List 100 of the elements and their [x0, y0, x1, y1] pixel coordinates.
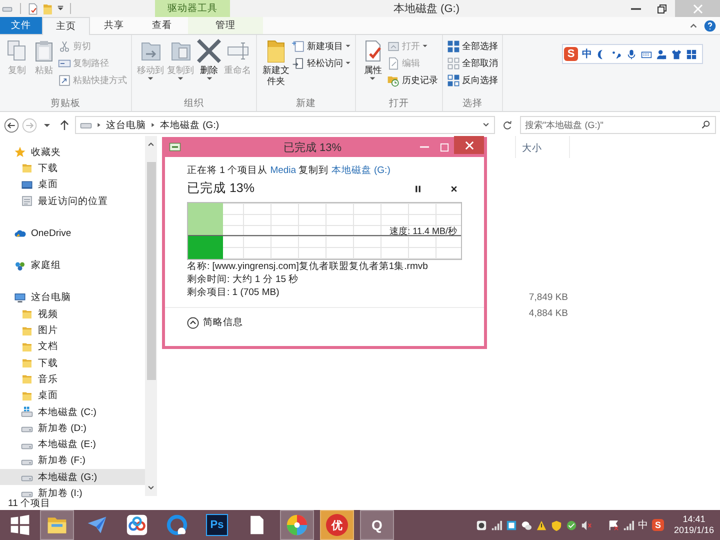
file-size: 4,884 KB [528, 308, 568, 321]
folder-icon [21, 324, 33, 337]
sidebar-item[interactable]: 新加卷 (D:) [0, 420, 145, 436]
homegroup-icon [14, 260, 26, 272]
sidebar-item[interactable]: 下载 [0, 160, 145, 177]
sidebar-item[interactable]: 文档 [0, 338, 145, 355]
sidebar-item[interactable]: 本地磁盘 (E:) [0, 436, 145, 453]
chat-bubbles-icon[interactable] [520, 520, 532, 530]
sidebar-item[interactable]: 视频 [0, 306, 145, 322]
shirt-icon[interactable] [671, 48, 682, 60]
breadcrumb[interactable]: 这台电脑 [106, 118, 146, 132]
signal-icon[interactable] [490, 520, 502, 530]
scrollbar-thumb[interactable] [146, 162, 156, 380]
camera-icon[interactable] [476, 520, 487, 530]
ribbon-button[interactable]: 删除 [196, 38, 222, 97]
clock-time: 14:41 [682, 514, 706, 525]
sidebar-item[interactable]: 桌面 [0, 388, 145, 404]
file-size: 7,849 KB [528, 292, 568, 305]
document-check-icon[interactable] [27, 2, 39, 14]
caret-icon[interactable] [43, 121, 51, 129]
breadcrumb[interactable]: 本地磁盘 (G:) [160, 118, 219, 132]
sidebar-item[interactable]: 家庭组 [0, 257, 145, 274]
check-badge-icon[interactable] [566, 520, 577, 530]
taskbar-button[interactable]: Q [360, 510, 394, 540]
sidebar-item[interactable]: 图片 [0, 322, 145, 339]
speaker-muted-icon[interactable] [580, 520, 592, 530]
ribbon-button[interactable]: 新建文件夹 [261, 38, 291, 97]
sidebar-item[interactable]: OneDrive [0, 225, 145, 242]
signal-icon[interactable] [622, 520, 634, 530]
ribbon-button[interactable]: 反向选择 [446, 72, 498, 88]
taskbar-button[interactable]: 优 [320, 510, 354, 540]
shield-icon[interactable] [550, 520, 562, 530]
grid-icon[interactable] [686, 48, 697, 60]
warning-icon[interactable] [536, 520, 547, 530]
ribbon-tab[interactable]: 管理 [188, 17, 263, 34]
scrollbar[interactable] [145, 136, 157, 496]
select-none-icon [446, 56, 460, 70]
help-icon[interactable] [704, 20, 716, 32]
source-link[interactable]: Media [270, 165, 296, 176]
close-button[interactable] [454, 136, 484, 154]
close-icon[interactable] [450, 184, 458, 192]
sidebar-item[interactable]: 收藏夹 [0, 144, 145, 160]
column-header[interactable]: 大小 [515, 136, 570, 158]
refresh-icon[interactable] [502, 120, 513, 130]
browser-icon [166, 514, 188, 536]
ribbon-button[interactable]: 轻松访问 [292, 55, 351, 71]
sidebar-item[interactable]: 新加卷 (F:) [0, 452, 145, 470]
back-icon[interactable] [4, 118, 19, 132]
microphone-icon[interactable] [626, 48, 637, 60]
scroll-down-icon[interactable] [147, 484, 155, 492]
destination-link[interactable]: 本地磁盘 (G:) [331, 165, 390, 176]
ribbon-button[interactable]: 全部取消 [446, 55, 498, 71]
delete-icon [197, 39, 221, 63]
windows-logo-icon [9, 514, 31, 536]
search-field[interactable]: 搜索"本地磁盘 (G:)" [520, 116, 716, 134]
sidebar-item[interactable]: 本地磁盘 (C:) [0, 404, 145, 420]
up-arrow-icon[interactable] [60, 120, 69, 130]
taskbar-button[interactable] [40, 510, 74, 540]
ribbon-tab[interactable]: 文件 [0, 17, 42, 34]
app-tray-icon[interactable] [506, 520, 517, 530]
group-label: 剪贴板 [50, 97, 82, 111]
fewer-details-button[interactable]: 简略信息 [187, 316, 243, 329]
ribbon-tab[interactable]: 查看 [138, 17, 186, 34]
ribbon-tab[interactable]: 主页 [42, 17, 90, 35]
sidebar-item[interactable]: 下载 [0, 354, 145, 372]
folder-icon [21, 308, 33, 320]
pinwheel-icon [286, 514, 308, 536]
ribbon-button[interactable]: 历史记录 [386, 72, 438, 88]
input-mode-indicator[interactable]: 中 [638, 518, 648, 532]
address-field[interactable]: 这台电脑 本地磁盘 (G:) [75, 116, 495, 134]
pause-icon[interactable] [414, 184, 422, 192]
punctuation-icon[interactable] [611, 48, 622, 60]
collapse-ribbon-icon[interactable] [689, 21, 698, 30]
sidebar-item[interactable]: 这台电脑 [0, 290, 145, 306]
easy-access-icon [292, 56, 305, 70]
input-mode-toggle[interactable]: 中 [582, 47, 592, 61]
scroll-up-icon[interactable] [147, 140, 155, 148]
recent-places-icon [21, 195, 33, 208]
sidebar-item[interactable]: 本地磁盘 (G:) [0, 469, 145, 486]
edit-icon [386, 56, 400, 70]
ribbon-tab[interactable]: 共享 [90, 17, 138, 34]
ime-logo[interactable]: S [652, 519, 664, 531]
select-all-icon [446, 40, 460, 52]
ime-logo[interactable]: S [564, 47, 578, 61]
detail-text: 剩余时间: 大约 1 分 15 秒 [187, 273, 300, 286]
context-tab-label: 驱动器工具 [155, 0, 230, 17]
taskbar-button[interactable]: Ps [200, 510, 234, 540]
sidebar-item[interactable]: 桌面 [0, 176, 145, 193]
taskbar-button[interactable] [280, 510, 314, 540]
ribbon-button[interactable]: 新建项目 [292, 38, 351, 54]
chevron-icon [151, 122, 155, 128]
ribbon-button[interactable]: 属性 [360, 38, 386, 97]
paper-plane-icon [86, 514, 108, 536]
caret-icon[interactable] [57, 5, 64, 12]
user-icon[interactable] [656, 48, 667, 60]
ribbon-button[interactable]: 全部选择 [446, 38, 498, 54]
sidebar-item[interactable]: 最近访问的位置 [0, 192, 145, 210]
sidebar-item[interactable]: 音乐 [0, 371, 145, 388]
close-icon [692, 4, 702, 14]
flag-icon[interactable] [608, 520, 619, 530]
